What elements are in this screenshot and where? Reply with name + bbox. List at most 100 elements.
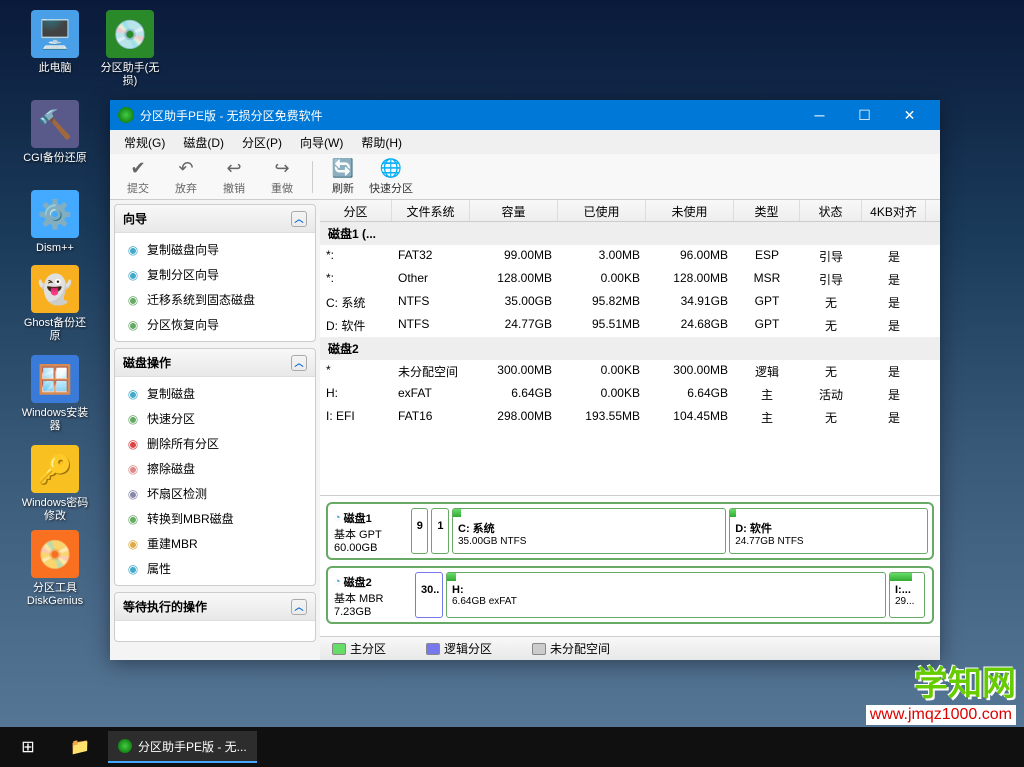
panel-item[interactable]: ◉属性 <box>115 556 315 581</box>
panel-item[interactable]: ◉擦除磁盘 <box>115 456 315 481</box>
close-button[interactable]: ✕ <box>887 100 932 130</box>
partition-segment[interactable]: 9 <box>411 508 429 554</box>
panel-item[interactable]: ◉复制磁盘向导 <box>115 237 315 262</box>
tool-重做[interactable]: ↪重做 <box>260 156 304 198</box>
desktop-icon-7[interactable]: 📀分区工具DiskGenius <box>20 530 90 608</box>
tool-撤销[interactable]: ↩撤销 <box>212 156 256 198</box>
partition-segment[interactable]: I:...29... <box>889 572 925 618</box>
cell: 24.77GB <box>470 317 558 334</box>
table-row[interactable]: *未分配空间300.00MB0.00KB300.00MB逻辑无是 <box>320 360 940 383</box>
partition-segment[interactable]: C: 系统35.00GB NTFS <box>452 508 726 554</box>
panel-item[interactable]: ◉迁移系统到固态磁盘 <box>115 287 315 312</box>
item-label: 删除所有分区 <box>147 435 219 452</box>
partition-segment[interactable]: 30.. <box>415 572 443 618</box>
icon: 💿 <box>106 10 154 58</box>
legend-item: 未分配空间 <box>532 640 610 657</box>
tool-icon: ↩ <box>226 158 241 179</box>
desktop-icon-5[interactable]: 🪟Windows安装器 <box>20 355 90 433</box>
legend-item: 逻辑分区 <box>426 640 492 657</box>
item-label: 快速分区 <box>147 410 195 427</box>
file-explorer-button[interactable]: 📁 <box>56 727 104 767</box>
column-header[interactable]: 未使用 <box>646 200 734 221</box>
desktop-icon-2[interactable]: 🔨CGI备份还原 <box>20 100 90 165</box>
desktop-icon-6[interactable]: 🔑Windows密码修改 <box>20 445 90 523</box>
cell: Other <box>392 271 470 288</box>
table-row[interactable]: D: 软件NTFS24.77GB95.51MB24.68GBGPT无是 <box>320 314 940 337</box>
task-label: 分区助手PE版 - 无... <box>138 738 247 755</box>
start-button[interactable]: ⊞ <box>4 727 52 767</box>
partition-segment[interactable]: 1 <box>431 508 449 554</box>
panel-item[interactable]: ◉复制磁盘 <box>115 381 315 406</box>
column-header[interactable]: 文件系统 <box>392 200 470 221</box>
disk-info[interactable]: ◔磁盘1基本 GPT60.00GB <box>332 508 408 554</box>
table-row[interactable]: I: EFIFAT16298.00MB193.55MB104.45MB主无是 <box>320 406 940 429</box>
menu-item[interactable]: 磁盘(D) <box>175 132 232 153</box>
menu-item[interactable]: 分区(P) <box>234 132 290 153</box>
cell: 活动 <box>800 386 862 403</box>
tool-label: 快速分区 <box>369 180 413 196</box>
desktop-icon-3[interactable]: ⚙️Dism++ <box>20 190 90 255</box>
toolbar: ✔提交↶放弃↩撤销↪重做🔄刷新🌐快速分区 <box>110 154 940 200</box>
cell: 未分配空间 <box>392 363 470 380</box>
panel-item[interactable]: ◉删除所有分区 <box>115 431 315 456</box>
table-row[interactable]: *:FAT3299.00MB3.00MB96.00MBESP引导是 <box>320 245 940 268</box>
label: 分区工具DiskGenius <box>20 582 90 608</box>
cell: 是 <box>862 271 926 288</box>
cell: *: <box>320 248 392 265</box>
tool-刷新[interactable]: 🔄刷新 <box>321 156 365 198</box>
item-icon: ◉ <box>125 486 141 502</box>
column-header[interactable]: 类型 <box>734 200 800 221</box>
titlebar[interactable]: 分区助手PE版 - 无损分区免费软件 ─ ☐ ✕ <box>110 100 940 130</box>
menu-item[interactable]: 常规(G) <box>116 132 173 153</box>
icon: ⚙️ <box>31 190 79 238</box>
column-header[interactable]: 状态 <box>800 200 862 221</box>
table-body: 磁盘1 (...*:FAT3299.00MB3.00MB96.00MBESP引导… <box>320 222 940 495</box>
disk-group[interactable]: 磁盘2 <box>320 337 940 360</box>
table-row[interactable]: H:exFAT6.64GB0.00KB6.64GB主活动是 <box>320 383 940 406</box>
label: Ghost备份还原 <box>20 317 90 343</box>
table-row[interactable]: *:Other128.00MB0.00KB128.00MBMSR引导是 <box>320 268 940 291</box>
partition-segment[interactable]: H:6.64GB exFAT <box>446 572 886 618</box>
maximize-button[interactable]: ☐ <box>842 100 887 130</box>
table-row[interactable]: C: 系统NTFS35.00GB95.82MB34.91GBGPT无是 <box>320 291 940 314</box>
collapse-icon[interactable]: ︿ <box>291 355 307 371</box>
panel-item[interactable]: ◉快速分区 <box>115 406 315 431</box>
minimize-button[interactable]: ─ <box>797 100 842 130</box>
label: Windows安装器 <box>20 407 90 433</box>
partition-segment[interactable]: D: 软件24.77GB NTFS <box>729 508 928 554</box>
taskbar: ⊞ 📁 分区助手PE版 - 无... <box>0 727 1024 767</box>
item-icon: ◉ <box>125 267 141 283</box>
collapse-icon[interactable]: ︿ <box>291 211 307 227</box>
menu-item[interactable]: 向导(W) <box>292 132 351 153</box>
tool-label: 撤销 <box>223 180 245 196</box>
desktop-icon-0[interactable]: 🖥️此电脑 <box>20 10 90 75</box>
panel-item[interactable]: ◉重建MBR <box>115 531 315 556</box>
collapse-icon[interactable]: ︿ <box>291 599 307 615</box>
panel-item[interactable]: ◉分区恢复向导 <box>115 312 315 337</box>
menu-item[interactable]: 帮助(H) <box>353 132 410 153</box>
panel-item[interactable]: ◉复制分区向导 <box>115 262 315 287</box>
column-header[interactable]: 容量 <box>470 200 558 221</box>
panel-item[interactable]: ◉ 坏扇区检测 <box>115 481 315 506</box>
panel-item[interactable]: ◉转换到MBR磁盘 <box>115 506 315 531</box>
cell: 逻辑 <box>734 363 800 380</box>
taskbar-task[interactable]: 分区助手PE版 - 无... <box>108 731 257 763</box>
watermark-url: www.jmqz1000.com <box>866 705 1016 725</box>
tool-提交[interactable]: ✔提交 <box>116 156 160 198</box>
tool-放弃[interactable]: ↶放弃 <box>164 156 208 198</box>
cell: 95.51MB <box>558 317 646 334</box>
disk-info[interactable]: ◔磁盘2基本 MBR7.23GB <box>332 572 412 618</box>
cell: 0.00KB <box>558 386 646 403</box>
pending-title: 等待执行的操作 <box>123 598 207 615</box>
tool-icon: ✔ <box>130 158 145 179</box>
tool-快速分区[interactable]: 🌐快速分区 <box>369 156 413 198</box>
item-label: 坏扇区检测 <box>147 485 207 502</box>
column-header[interactable]: 4KB对齐 <box>862 200 926 221</box>
desktop-icon-4[interactable]: 👻Ghost备份还原 <box>20 265 90 343</box>
cell: exFAT <box>392 386 470 403</box>
item-label: 重建MBR <box>147 535 198 552</box>
column-header[interactable]: 分区 <box>320 200 392 221</box>
column-header[interactable]: 已使用 <box>558 200 646 221</box>
desktop-icon-1[interactable]: 💿分区助手(无损) <box>95 10 165 88</box>
disk-group[interactable]: 磁盘1 (... <box>320 222 940 245</box>
